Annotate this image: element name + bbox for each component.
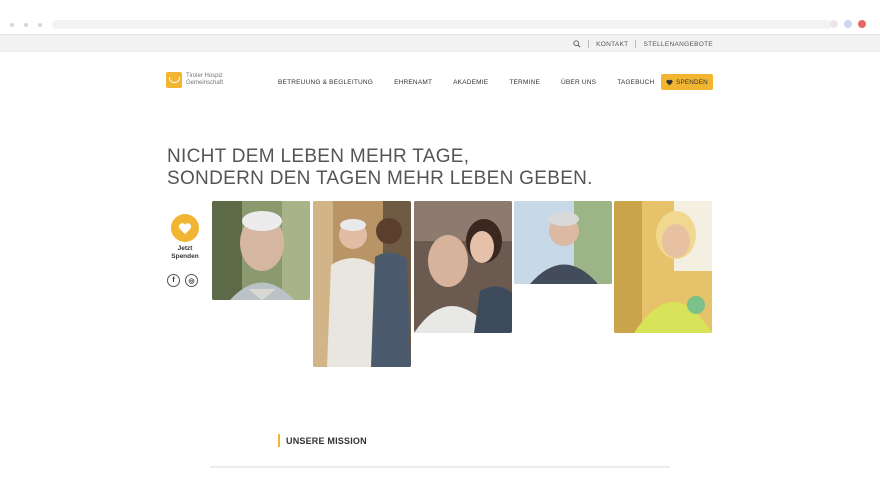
divider	[635, 40, 637, 48]
browser-extensions[interactable]	[830, 20, 866, 28]
section-divider	[210, 466, 670, 468]
logo-mark-icon	[166, 72, 182, 88]
social-links: f ◎	[167, 274, 198, 287]
donate-button[interactable]: SPENDEN	[661, 74, 713, 90]
heart-icon	[178, 222, 192, 234]
photo-blonde-woman	[614, 201, 712, 333]
nav-item-termine[interactable]: TERMINE	[509, 79, 540, 86]
divider	[588, 40, 590, 48]
hero-line-2: SONDERN DEN TAGEN MEHR LEBEN GEBEN.	[167, 168, 593, 189]
search-icon[interactable]	[573, 40, 581, 48]
kontakt-link[interactable]: KONTAKT	[596, 41, 628, 48]
photo-elderly-man	[212, 201, 310, 300]
facebook-icon[interactable]: f	[167, 274, 180, 287]
donate-circle[interactable]	[171, 214, 199, 242]
utility-bar: KONTAKT STELLENANGEBOTE	[0, 34, 880, 52]
nav-item-ehrenamt[interactable]: EHRENAMT	[394, 79, 432, 86]
nav-item-tagebuch[interactable]: TAGEBUCH	[617, 79, 654, 86]
stellenangebote-link[interactable]: STELLENANGEBOTE	[643, 41, 713, 48]
nav-item-betreuung[interactable]: BETREUUNG & BEGLEITUNG	[278, 79, 373, 86]
nav-item-akademie[interactable]: AKADEMIE	[453, 79, 488, 86]
logo-line-2: Gemeinschaft	[186, 80, 224, 86]
main-nav: BETREUUNG & BEGLEITUNG EHRENAMT AKADEMIE…	[278, 74, 675, 90]
logo-line-1: Tiroler Hospiz	[186, 73, 223, 79]
address-bar[interactable]	[52, 20, 832, 29]
photo-caregiver-hug	[313, 201, 411, 367]
site-logo[interactable]: Tiroler Hospiz Gemeinschaft	[166, 72, 223, 88]
donate-button-label: SPENDEN	[676, 78, 708, 86]
photo-smiling-senior-woman	[514, 201, 612, 284]
nav-item-ueber-uns[interactable]: ÜBER UNS	[561, 79, 596, 86]
side-donate-line-1: Jetzt	[177, 245, 193, 252]
hero-line-1: NICHT DEM LEBEN MEHR TAGE,	[167, 146, 470, 167]
browser-chrome	[0, 0, 880, 34]
side-donate-widget[interactable]: Jetzt Spenden	[170, 214, 200, 261]
instagram-icon[interactable]: ◎	[185, 274, 198, 287]
hero-headline: NICHT DEM LEBEN MEHR TAGE, SONDERN DEN T…	[167, 146, 593, 190]
photo-woman-embrace	[414, 201, 512, 333]
mission-heading: UNSERE MISSION	[278, 434, 367, 447]
tab-strip	[0, 0, 880, 14]
window-controls[interactable]	[10, 23, 42, 27]
heart-icon	[666, 79, 673, 85]
side-donate-line-2: Spenden	[171, 253, 199, 260]
